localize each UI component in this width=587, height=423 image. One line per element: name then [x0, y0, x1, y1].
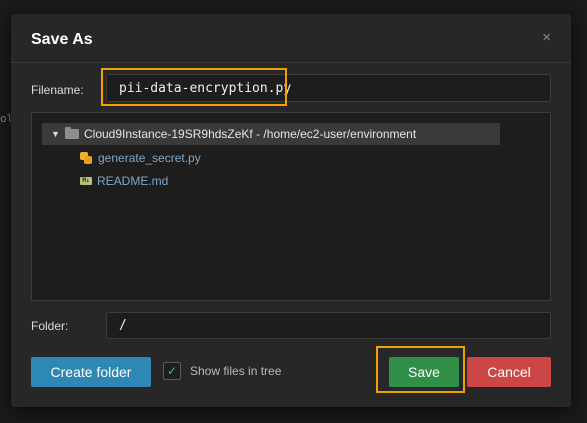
show-files-checkbox[interactable]: ✓	[163, 362, 181, 380]
folder-input[interactable]: /	[106, 312, 551, 339]
create-folder-button[interactable]: Create folder	[31, 357, 151, 387]
show-files-label: Show files in tree	[190, 364, 282, 378]
tree-item-generate-secret[interactable]: generate_secret.py	[80, 151, 201, 165]
file-tree[interactable]: ▼ Cloud9Instance-19SR9hdsZeKf - /home/ec…	[31, 112, 551, 301]
filename-label: Filename:	[31, 83, 84, 97]
filename-input[interactable]: pii-data-encryption.py	[106, 74, 551, 102]
show-files-toggle[interactable]: ✓ Show files in tree	[163, 362, 281, 380]
markdown-file-icon: M↓	[80, 177, 92, 185]
dialog-header: Save As ×	[11, 14, 571, 63]
folder-icon	[65, 127, 79, 139]
tree-root-label: Cloud9Instance-19SR9hdsZeKf - /home/ec2-…	[84, 127, 417, 141]
tree-root-folder[interactable]: ▼ Cloud9Instance-19SR9hdsZeKf - /home/ec…	[42, 123, 500, 145]
cancel-button[interactable]: Cancel	[467, 357, 551, 387]
save-button[interactable]: Save	[389, 357, 459, 387]
tree-item-label: generate_secret.py	[98, 151, 201, 165]
chevron-down-icon[interactable]: ▼	[51, 129, 60, 139]
tree-item-readme[interactable]: M↓ README.md	[80, 174, 168, 188]
close-icon[interactable]: ×	[542, 29, 551, 46]
python-file-icon	[80, 152, 92, 164]
dialog-title: Save As	[31, 31, 93, 48]
save-as-dialog: Save As × Filename: pii-data-encryption.…	[11, 14, 571, 407]
folder-label: Folder:	[31, 319, 69, 333]
tree-item-label: README.md	[97, 174, 169, 188]
